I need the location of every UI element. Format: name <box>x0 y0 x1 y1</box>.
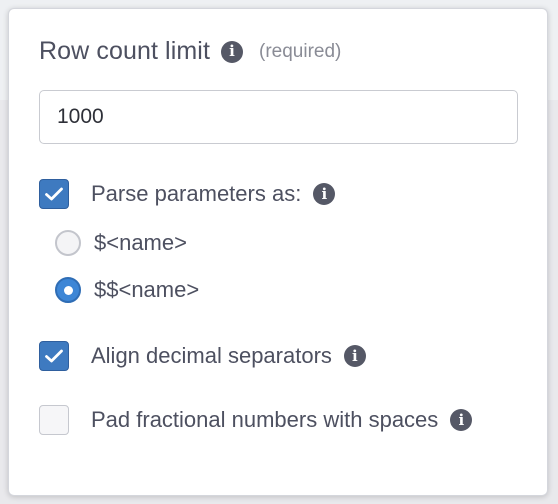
radio-single-dollar[interactable] <box>55 230 81 256</box>
align-decimal-info-icon[interactable]: i <box>343 345 366 367</box>
radio-double-dollar-label: $$<name> <box>94 277 200 302</box>
settings-popover: Row count limit i (required) Parse param… <box>8 8 548 496</box>
checkmark-icon <box>45 187 63 201</box>
row-count-header: Row count limit i (required) <box>39 37 341 66</box>
row-count-title: Row count limit <box>39 37 210 65</box>
parse-parameters-info-icon[interactable]: i <box>313 183 336 205</box>
row-count-input[interactable] <box>39 90 518 144</box>
radio-option-single-dollar[interactable]: $<name> <box>55 230 187 256</box>
row-count-info-icon[interactable]: i <box>221 40 243 63</box>
parse-parameters-option[interactable]: Parse parameters as: i <box>39 179 336 209</box>
pad-fractional-info-icon[interactable]: i <box>450 409 473 431</box>
radio-single-dollar-label: $<name> <box>94 230 187 255</box>
parse-parameters-checkbox[interactable] <box>39 179 69 209</box>
radio-double-dollar[interactable] <box>55 277 81 303</box>
required-label: (required) <box>259 40 342 62</box>
parse-parameters-label: Parse parameters as: <box>91 181 302 206</box>
align-decimal-checkbox[interactable] <box>39 341 69 371</box>
align-decimal-label: Align decimal separators <box>91 343 332 368</box>
pad-fractional-checkbox[interactable] <box>39 405 69 435</box>
pad-fractional-option[interactable]: Pad fractional numbers with spaces i <box>39 405 473 435</box>
radio-option-double-dollar[interactable]: $$<name> <box>55 277 199 303</box>
pad-fractional-label: Pad fractional numbers with spaces <box>91 407 439 432</box>
align-decimal-option[interactable]: Align decimal separators i <box>39 341 366 371</box>
radio-selected-dot <box>63 285 73 295</box>
checkmark-icon <box>45 349 63 363</box>
